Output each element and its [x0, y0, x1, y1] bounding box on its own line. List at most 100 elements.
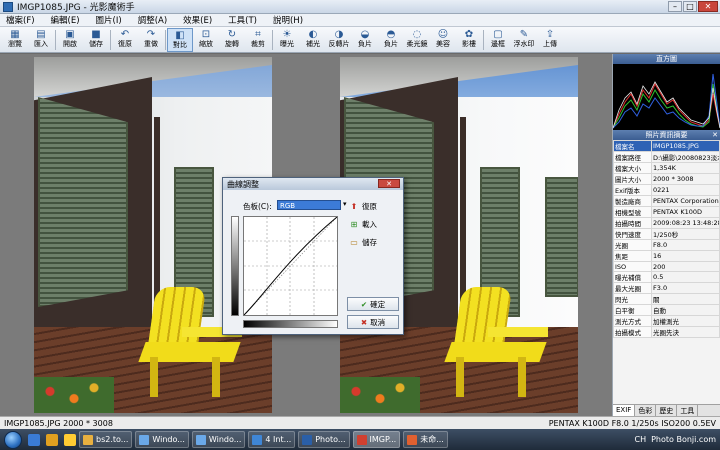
photo-info-title: 照片資訊摘要 ✕	[613, 130, 720, 140]
minimize-button[interactable]: –	[668, 1, 682, 12]
reversal-film-button[interactable]: ◑ 反轉片	[326, 28, 352, 52]
dialog-title: 曲線調整	[227, 179, 259, 189]
cancel-button[interactable]: ✖ 取消	[347, 315, 399, 329]
table-row[interactable]: Exif版本 0221	[613, 184, 720, 196]
photo-info-title-text: 照片資訊摘要	[645, 131, 688, 139]
taskbar-item[interactable]: 4 Int...	[248, 431, 296, 448]
exif-key: 焦距	[613, 250, 652, 262]
browse-button[interactable]: ▦ 瀏覽	[2, 28, 28, 52]
exif-key: ISO	[613, 260, 652, 273]
rotate-button[interactable]: ↻ 旋轉	[219, 28, 245, 52]
table-row[interactable]: 測光方式 加權測光	[613, 315, 720, 328]
channel-select[interactable]: RGB	[277, 200, 341, 210]
table-row[interactable]: 白平衡 自動	[613, 304, 720, 317]
exif-key: 拍攝時間	[613, 217, 652, 229]
table-row[interactable]: 拍攝模式 光圈先決	[613, 326, 720, 339]
info-close-icon[interactable]: ✕	[712, 130, 718, 140]
table-row[interactable]: ISO 200	[613, 260, 720, 273]
reset-button[interactable]: ⬆ 復原	[349, 200, 399, 212]
histogram	[613, 64, 720, 130]
app-icon	[83, 434, 93, 445]
table-row[interactable]: 光圈 F8.0	[613, 239, 720, 251]
tab-tools[interactable]: 工具	[677, 405, 699, 416]
system-tray: CH Photo Bonji.com	[630, 429, 717, 450]
quick-launch-icon[interactable]	[64, 433, 76, 446]
chair-back	[147, 287, 207, 347]
close-button[interactable]: ✕	[698, 1, 718, 12]
taskbar-item[interactable]: Windo...	[135, 431, 189, 448]
table-row[interactable]: 拍攝時間 2009:08:23 13:48:28	[613, 217, 720, 229]
table-row[interactable]: 圖片大小 2000 * 3008	[613, 173, 720, 185]
menu-image[interactable]: 圖片(I)	[96, 14, 122, 26]
start-button[interactable]	[4, 430, 22, 449]
crop-button[interactable]: ⌗ 裁剪	[245, 28, 271, 52]
save-curve-button[interactable]: ▭ 儲存	[349, 236, 399, 248]
menu-effects[interactable]: 效果(E)	[183, 14, 212, 26]
app-icon	[302, 434, 313, 445]
exposure-label: 曝光	[280, 39, 294, 48]
language-indicator[interactable]: CH	[635, 435, 647, 444]
menu-file[interactable]: 檔案(F)	[6, 14, 35, 26]
import-button[interactable]: ▤ 匯入	[28, 28, 54, 52]
beauty-button[interactable]: ☺ 美容	[430, 28, 456, 52]
studio-button[interactable]: ✿ 影樓	[456, 28, 482, 52]
upload-button[interactable]: ⇪ 上傳	[537, 28, 563, 52]
negative-2-button[interactable]: ◓ 負片	[378, 28, 404, 52]
menu-edit[interactable]: 編輯(E)	[51, 14, 80, 26]
beauty-icon: ☺	[437, 28, 449, 40]
taskbar-item[interactable]: Windo...	[191, 431, 246, 448]
exif-table: 檔案名IMGP1085.JPG 檔案路徑D:\攝影\20080823淡水遊 檔案…	[613, 140, 720, 339]
app-icon	[407, 434, 418, 445]
watermark-button[interactable]: ✎ 浮水印	[511, 28, 537, 52]
compare-icon: ◧	[175, 29, 185, 41]
table-row[interactable]: 最大光圈 F3.0	[613, 282, 720, 295]
border-button[interactable]: ▢ 邊框	[485, 28, 511, 52]
load-button[interactable]: ⊞ 載入	[349, 218, 399, 230]
quick-launch-icon[interactable]	[28, 433, 40, 446]
taskbar-item-label: Windo...	[208, 435, 242, 444]
photo-yellow-chair	[444, 287, 548, 397]
table-row[interactable]: 焦距 16	[613, 250, 720, 262]
table-row[interactable]: 相機型號 PENTAX K100D	[613, 206, 720, 218]
open-button[interactable]: ▣ 開啟	[57, 28, 83, 52]
taskbar-item[interactable]: IMGP...	[352, 431, 401, 448]
save-label: 儲存	[89, 39, 103, 48]
menu-tools[interactable]: 工具(T)	[228, 14, 257, 26]
fill-light-button[interactable]: ◐ 補光	[300, 28, 326, 52]
dialog-title-bar[interactable]: 曲線調整 ✕	[223, 178, 403, 190]
tab-history[interactable]: 歷史	[656, 405, 678, 416]
compare-button[interactable]: ◧ 對比	[167, 27, 193, 52]
exposure-button[interactable]: ☀ 曝光	[274, 28, 300, 52]
table-row[interactable]: 檔案名 IMGP1085.JPG	[613, 140, 720, 152]
zoom-icon: ⊡	[201, 28, 211, 40]
soft-focus-button[interactable]: ◌ 柔光鏡	[404, 28, 430, 52]
table-row[interactable]: 曝光補償 0.5	[613, 271, 720, 284]
tab-color[interactable]: 色彩	[635, 405, 657, 416]
dialog-close-button[interactable]: ✕	[378, 179, 400, 188]
chevron-down-icon[interactable]: ▾	[343, 200, 347, 208]
taskbar-item[interactable]: bs2.to...	[79, 431, 133, 448]
redo-label: 重做	[144, 39, 158, 48]
menu-help[interactable]: 說明(H)	[273, 14, 303, 26]
table-row[interactable]: 快門速度 1/250秒	[613, 228, 720, 240]
tab-exif[interactable]: EXIF	[613, 405, 636, 416]
quick-launch-icon[interactable]	[46, 433, 58, 446]
table-row[interactable]: 製造廠商 PENTAX Corporation	[613, 195, 720, 207]
negative-button[interactable]: ◒ 負片	[352, 28, 378, 52]
ok-button[interactable]: ✔ 確定	[347, 297, 399, 311]
table-row[interactable]: 檔案大小 1,354K	[613, 162, 720, 174]
save-button[interactable]: ■ 儲存	[83, 28, 109, 52]
curve-graph[interactable]	[243, 216, 338, 316]
table-row[interactable]: 檔案路徑D:\攝影\20080823淡水遊	[613, 151, 720, 163]
undo-button[interactable]: ↶ 復原	[112, 28, 138, 52]
redo-button[interactable]: ↷ 重做	[138, 28, 164, 52]
menu-adjust[interactable]: 調整(A)	[138, 14, 167, 26]
menu-bar: 檔案(F) 編輯(E) 圖片(I) 調整(A) 效果(E) 工具(T) 說明(H…	[0, 14, 720, 27]
taskbar-item[interactable]: Photo...	[298, 431, 350, 448]
exif-key: 檔案名	[613, 140, 652, 152]
maximize-button[interactable]: □	[683, 1, 697, 12]
taskbar-item[interactable]: 未命...	[403, 431, 448, 448]
table-row[interactable]: 閃光關	[613, 293, 720, 306]
zoom-button[interactable]: ⊡ 縮放	[193, 28, 219, 52]
exif-key: 相機型號	[613, 206, 652, 218]
